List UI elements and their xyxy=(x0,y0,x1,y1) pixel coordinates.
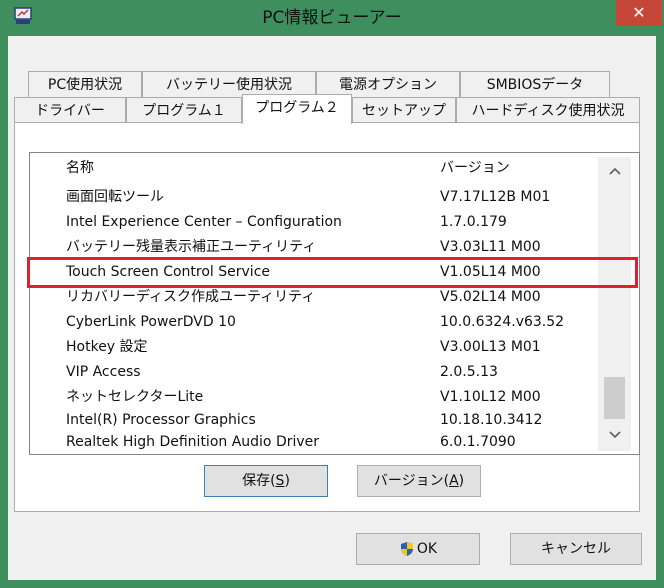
list-item[interactable]: バッテリー残量表示補正ユーティリティ V3.03L11 M00 xyxy=(30,235,600,259)
list-item-version: V3.00L13 M01 xyxy=(440,339,541,355)
chevron-up-icon[interactable] xyxy=(598,161,631,183)
list-item-name: Intel(R) Processor Graphics xyxy=(66,412,256,428)
list-item-version: V5.02L14 M00 xyxy=(440,289,541,305)
uac-shield-icon xyxy=(400,542,413,556)
list-item[interactable]: CyberLink PowerDVD 10 10.0.6324.v63.52 xyxy=(30,310,600,334)
list-item[interactable]: 画面回転ツール V7.17L12B M01 xyxy=(30,185,600,209)
list-item-name: Hotkey 設定 xyxy=(66,339,148,355)
tab-program-1[interactable]: プログラム１ xyxy=(126,97,242,123)
save-button-label: 保存( xyxy=(242,473,276,489)
title-bar[interactable]: PC情報ビューアー ✕ xyxy=(0,0,664,36)
save-button[interactable]: 保存(S) xyxy=(204,465,328,497)
version-accelerator: A xyxy=(449,473,459,489)
window: PC情報ビューアー ✕ PC使用状況 バッテリー使用状況 電源オプション SMB… xyxy=(0,0,664,588)
list-item[interactable]: Hotkey 設定 V3.00L13 M01 xyxy=(30,335,600,359)
column-header-version[interactable]: バージョン xyxy=(440,153,510,183)
list-item-version: 6.0.1.7090 xyxy=(440,434,516,450)
list-item-version: 10.0.6324.v63.52 xyxy=(440,314,565,330)
list-item-name: バッテリー残量表示補正ユーティリティ xyxy=(66,239,317,255)
close-button[interactable]: ✕ xyxy=(616,0,662,26)
scroll-thumb[interactable] xyxy=(604,377,625,419)
list-item[interactable]: Intel Experience Center – Configuration 1… xyxy=(30,210,600,234)
tab-program-2[interactable]: プログラム２ xyxy=(242,94,352,124)
tab-smbios-data[interactable]: SMBIOSデータ xyxy=(460,71,610,97)
program-list[interactable]: 名称 バージョン 画面回転ツール V7.17L12B M01 Intel Expe… xyxy=(29,152,640,455)
list-item[interactable]: Intel(R) Processor Graphics 10.18.10.3412 xyxy=(30,408,600,432)
list-item-name: 画面回転ツール xyxy=(66,189,164,205)
cancel-button[interactable]: キャンセル xyxy=(510,533,642,565)
highlight-box xyxy=(27,257,638,288)
save-button-tail: ) xyxy=(284,473,290,489)
list-item-name: VIP Access xyxy=(66,364,141,380)
list-item-name: Realtek High Definition Audio Driver xyxy=(66,434,320,450)
column-header-name[interactable]: 名称 xyxy=(66,153,94,183)
window-title: PC情報ビューアー xyxy=(262,8,402,28)
ok-button-label: OK xyxy=(416,541,438,557)
tab-pc-usage[interactable]: PC使用状況 xyxy=(28,71,142,97)
version-button[interactable]: バージョン(A) xyxy=(357,465,481,497)
list-item-name: CyberLink PowerDVD 10 xyxy=(66,314,236,330)
tab-hdd-usage[interactable]: ハードディスク使用状況 xyxy=(456,97,640,123)
list-item[interactable]: リカバリーディスク作成ユーティリティ V5.02L14 M00 xyxy=(30,285,600,309)
version-button-tail: ) xyxy=(458,473,465,489)
version-button-label: バージョン( xyxy=(373,473,450,489)
list-item-version: V7.17L12B M01 xyxy=(440,189,551,205)
list-item-version: V3.03L11 M00 xyxy=(440,239,541,255)
list-item[interactable]: ネットセレクターLite V1.10L12 M00 xyxy=(30,385,600,409)
tab-driver[interactable]: ドライバー xyxy=(14,97,126,123)
vertical-scrollbar[interactable] xyxy=(598,157,631,451)
list-item[interactable]: Realtek High Definition Audio Driver 6.0.… xyxy=(30,430,600,454)
list-item-version: 2.0.5.13 xyxy=(440,364,498,380)
tab-setup[interactable]: セットアップ xyxy=(352,97,456,123)
list-item-name: Intel Experience Center – Configuration xyxy=(66,214,342,230)
ok-button[interactable]: OK xyxy=(356,533,480,565)
list-item-name: ネットセレクターLite xyxy=(66,389,204,405)
list-item-version: 10.18.10.3412 xyxy=(440,412,543,428)
chevron-down-icon[interactable] xyxy=(598,425,631,447)
list-item-version: 1.7.0.179 xyxy=(440,214,507,230)
list-item-name: リカバリーディスク作成ユーティリティ xyxy=(66,289,316,305)
list-item-version: V1.10L12 M00 xyxy=(440,389,541,405)
list-item[interactable]: VIP Access 2.0.5.13 xyxy=(30,360,600,384)
